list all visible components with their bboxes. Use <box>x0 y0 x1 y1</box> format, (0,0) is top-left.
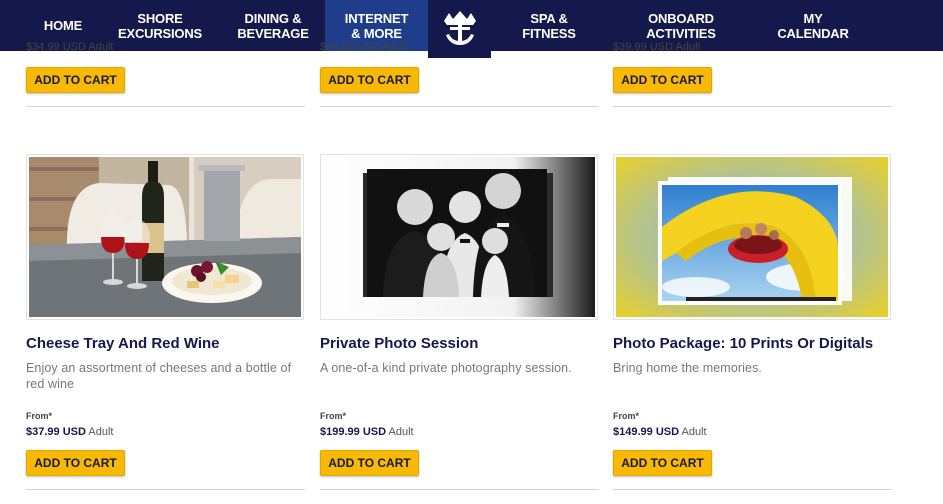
price-value: $149.99 USD <box>613 426 680 438</box>
from-label: From* <box>26 411 53 421</box>
product-price: $149.99 USD Adult <box>613 426 707 438</box>
product-description: Bring home the memories. <box>613 361 762 375</box>
add-to-cart-button[interactable]: ADD TO CART <box>613 450 712 476</box>
divider <box>26 106 305 107</box>
divider <box>613 106 892 107</box>
product-description: Enjoy an assortment of cheeses and a bot… <box>26 361 292 391</box>
nav-shore-excursions[interactable]: SHORE EXCURSIONS <box>118 0 202 51</box>
crown-anchor-icon[interactable] <box>428 0 491 58</box>
price-text: $34.99 USD Adult <box>26 41 114 53</box>
product-price: $37.99 USD Adult <box>26 426 113 438</box>
product-title[interactable]: Cheese Tray And Red Wine <box>26 335 220 352</box>
add-to-cart-button[interactable]: ADD TO CART <box>613 67 712 93</box>
product-description: A one-of-a kind private photography sess… <box>320 361 572 375</box>
from-label: From* <box>320 411 347 421</box>
add-to-cart-button[interactable]: ADD TO CART <box>26 67 125 93</box>
price-unit: Adult <box>388 426 414 438</box>
price-value: $199.99 USD <box>320 426 387 438</box>
product-title[interactable]: Photo Package: 10 Prints Or Digitals <box>613 335 873 352</box>
divider <box>613 489 892 490</box>
product-title[interactable]: Private Photo Session <box>320 335 478 352</box>
price-unit: Adult <box>88 426 114 438</box>
price-text: $44.99 USD Adult <box>320 41 408 53</box>
nav-dining-beverage[interactable]: DINING & BEVERAGE <box>232 0 314 51</box>
top-navigation: HOME SHORE EXCURSIONS DINING & BEVERAGE … <box>0 0 943 58</box>
price-text: $39.99 USD Adult <box>613 41 701 53</box>
cheese-tray-and-wine-photo[interactable] <box>26 154 304 320</box>
divider <box>320 489 599 490</box>
add-to-cart-button[interactable]: ADD TO CART <box>26 450 125 476</box>
divider <box>320 106 599 107</box>
nav-spa-fitness[interactable]: SPA & FITNESS <box>505 0 593 51</box>
waterslide-photo[interactable] <box>613 154 891 320</box>
divider <box>26 489 305 490</box>
product-price: $199.99 USD Adult <box>320 426 414 438</box>
price-value: $37.99 USD <box>26 426 86 438</box>
price-unit: Adult <box>681 426 707 438</box>
nav-my-calendar[interactable]: MY CALENDAR <box>770 0 856 51</box>
from-label: From* <box>613 411 640 421</box>
add-to-cart-button[interactable]: ADD TO CART <box>320 450 419 476</box>
family-portrait-photo[interactable] <box>320 154 598 320</box>
add-to-cart-button[interactable]: ADD TO CART <box>320 67 419 93</box>
